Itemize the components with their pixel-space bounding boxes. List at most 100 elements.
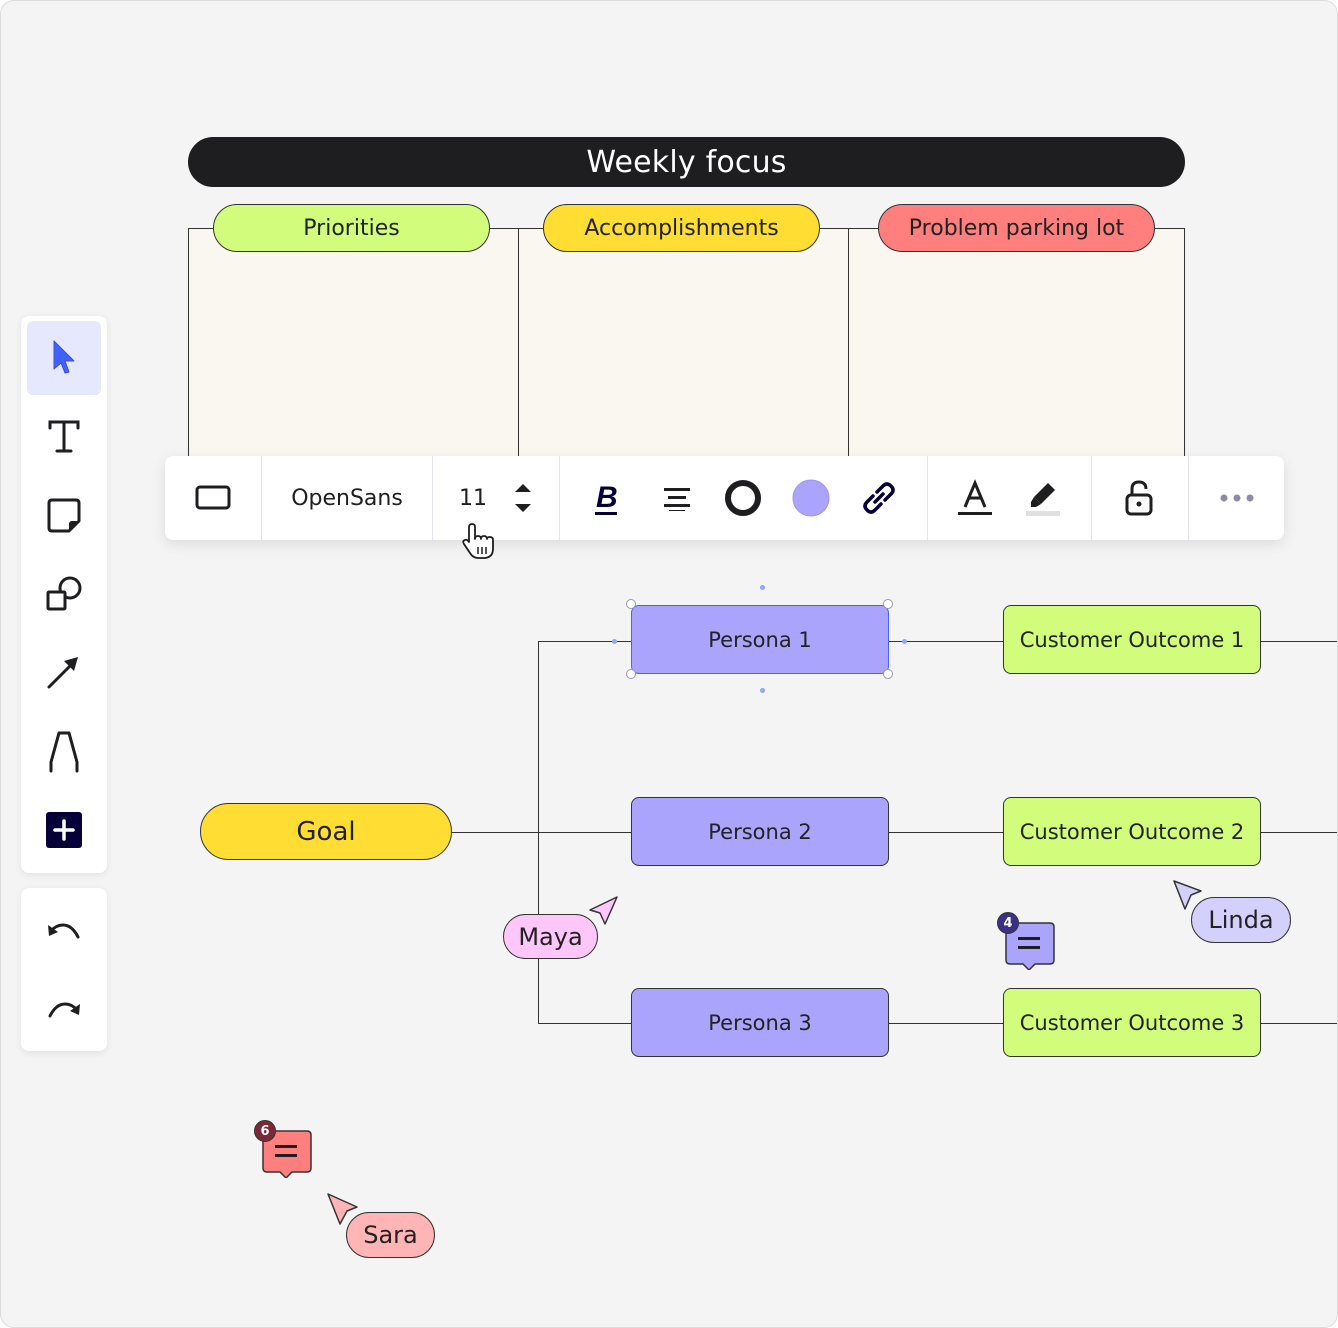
history-toolbar — [21, 888, 107, 1051]
outcome-node-1[interactable]: Customer Outcome 1 — [1003, 605, 1261, 674]
link-icon — [863, 482, 895, 514]
persona-node-1[interactable]: Persona 1 — [631, 605, 889, 674]
align-center-icon — [664, 488, 690, 511]
node-text: Persona 1 — [708, 627, 812, 652]
more-options-button[interactable] — [1189, 456, 1284, 540]
frame-title-text: Weekly focus — [586, 144, 787, 180]
persona-node-3[interactable]: Persona 3 — [631, 988, 889, 1057]
connection-point-right[interactable] — [902, 639, 907, 644]
column-problem-parking-lot[interactable] — [848, 228, 1185, 460]
column-label-accomplishments[interactable]: Accomplishments — [543, 204, 820, 252]
select-tool-button[interactable] — [27, 321, 101, 395]
connection-point-bottom[interactable] — [760, 688, 765, 693]
pen-tool-button[interactable] — [27, 714, 101, 788]
chevron-down-icon[interactable] — [514, 503, 532, 513]
resize-handle-top-right[interactable] — [883, 599, 893, 609]
sticky-note-icon — [47, 498, 81, 533]
node-text: Customer Outcome 2 — [1019, 819, 1245, 844]
font-size-value: 11 — [459, 485, 487, 511]
connector-outcome1-out — [1259, 641, 1337, 642]
text-color-button[interactable] — [953, 456, 997, 540]
badge-count: 6 — [260, 1123, 270, 1139]
bold-button[interactable]: B — [585, 456, 629, 540]
comment-count-badge: 6 — [254, 1120, 276, 1142]
connector-outcome3-out — [1259, 1023, 1337, 1024]
comment-count-badge: 4 — [997, 912, 1019, 934]
column-accomplishments[interactable] — [518, 228, 849, 460]
node-text: Customer Outcome 1 — [1019, 627, 1245, 652]
rectangle-icon — [195, 485, 231, 510]
collaborator-name: Maya — [518, 922, 583, 951]
sticky-note-tool-button[interactable] — [27, 479, 101, 553]
divider — [1091, 456, 1092, 540]
font-family-select[interactable]: OpenSans — [262, 456, 432, 540]
persona-node-2[interactable]: Persona 2 — [631, 797, 889, 866]
comment-thread-6[interactable]: 6 — [254, 1120, 314, 1182]
border-circle-icon — [725, 480, 761, 516]
redo-icon — [48, 1002, 80, 1018]
font-family-value: OpenSans — [291, 485, 403, 511]
highlighter-icon — [1026, 483, 1060, 516]
chevron-up-icon[interactable] — [514, 483, 532, 493]
connection-point-left[interactable] — [612, 639, 617, 644]
connector-trunk — [538, 641, 539, 1024]
collaborator-tag-sara: Sara — [346, 1212, 435, 1258]
connector-outcome2-out — [1259, 832, 1337, 833]
undo-button[interactable] — [27, 893, 101, 967]
shape-type-button[interactable] — [165, 456, 261, 540]
text-color-icon — [958, 479, 992, 515]
connection-point-top[interactable] — [760, 585, 765, 590]
column-priorities[interactable] — [188, 228, 519, 460]
label-text: Accomplishments — [584, 215, 779, 241]
shapes-tool-button[interactable] — [27, 557, 101, 631]
connector-persona2-outcome2 — [887, 832, 1003, 833]
fill-color-swatch-icon — [792, 479, 830, 517]
border-style-button[interactable] — [721, 456, 765, 540]
lock-button[interactable] — [1117, 456, 1161, 540]
arrow-icon — [47, 657, 78, 689]
cursor-icon — [53, 340, 75, 374]
column-label-problem-parking-lot[interactable]: Problem parking lot — [878, 204, 1155, 252]
outcome-node-3[interactable]: Customer Outcome 3 — [1003, 988, 1261, 1057]
link-button[interactable] — [857, 456, 901, 540]
more-horizontal-icon — [1220, 494, 1253, 502]
hand-pointer-icon — [462, 523, 494, 559]
resize-handle-top-left[interactable] — [626, 599, 636, 609]
undo-icon — [48, 923, 80, 939]
text-tool-button[interactable] — [27, 400, 101, 474]
left-toolbar — [21, 316, 107, 873]
node-text: Goal — [296, 816, 356, 847]
text-align-button[interactable] — [655, 456, 699, 540]
comment-thread-4[interactable]: 4 — [997, 912, 1057, 974]
outcome-node-2[interactable]: Customer Outcome 2 — [1003, 797, 1261, 866]
bold-icon: B — [595, 481, 618, 515]
column-label-priorities[interactable]: Priorities — [213, 204, 490, 252]
collaborator-name: Sara — [363, 1221, 418, 1249]
resize-handle-bottom-right[interactable] — [883, 669, 893, 679]
font-size-stepper[interactable] — [505, 456, 541, 540]
connector-goal-persona2 — [451, 832, 631, 833]
frame-title[interactable]: Weekly focus — [188, 137, 1185, 187]
connector-persona1 — [538, 641, 631, 642]
node-text: Persona 3 — [708, 1010, 812, 1035]
whiteboard-canvas[interactable]: Weekly focus Priorities Accomplishments … — [0, 0, 1338, 1328]
context-toolbar: OpenSans 11 B — [165, 456, 1284, 540]
highlight-button[interactable] — [1021, 456, 1065, 540]
redo-button[interactable] — [27, 972, 101, 1046]
svg-text:B: B — [596, 481, 618, 514]
goal-node[interactable]: Goal — [200, 803, 452, 860]
fill-color-button[interactable] — [789, 456, 833, 540]
connector-tool-button[interactable] — [27, 635, 101, 709]
label-text: Priorities — [303, 215, 400, 241]
collaborator-name: Linda — [1208, 906, 1274, 934]
resize-handle-bottom-left[interactable] — [626, 669, 636, 679]
text-icon — [48, 420, 80, 453]
unlock-icon — [1125, 480, 1153, 516]
connector-persona3-outcome3 — [887, 1023, 1003, 1024]
shapes-icon — [46, 576, 82, 611]
more-tools-button[interactable] — [27, 793, 101, 867]
collaborator-tag-maya: Maya — [503, 914, 598, 959]
badge-count: 4 — [1003, 915, 1013, 931]
label-text: Problem parking lot — [908, 215, 1125, 241]
node-text: Customer Outcome 3 — [1019, 1010, 1245, 1035]
